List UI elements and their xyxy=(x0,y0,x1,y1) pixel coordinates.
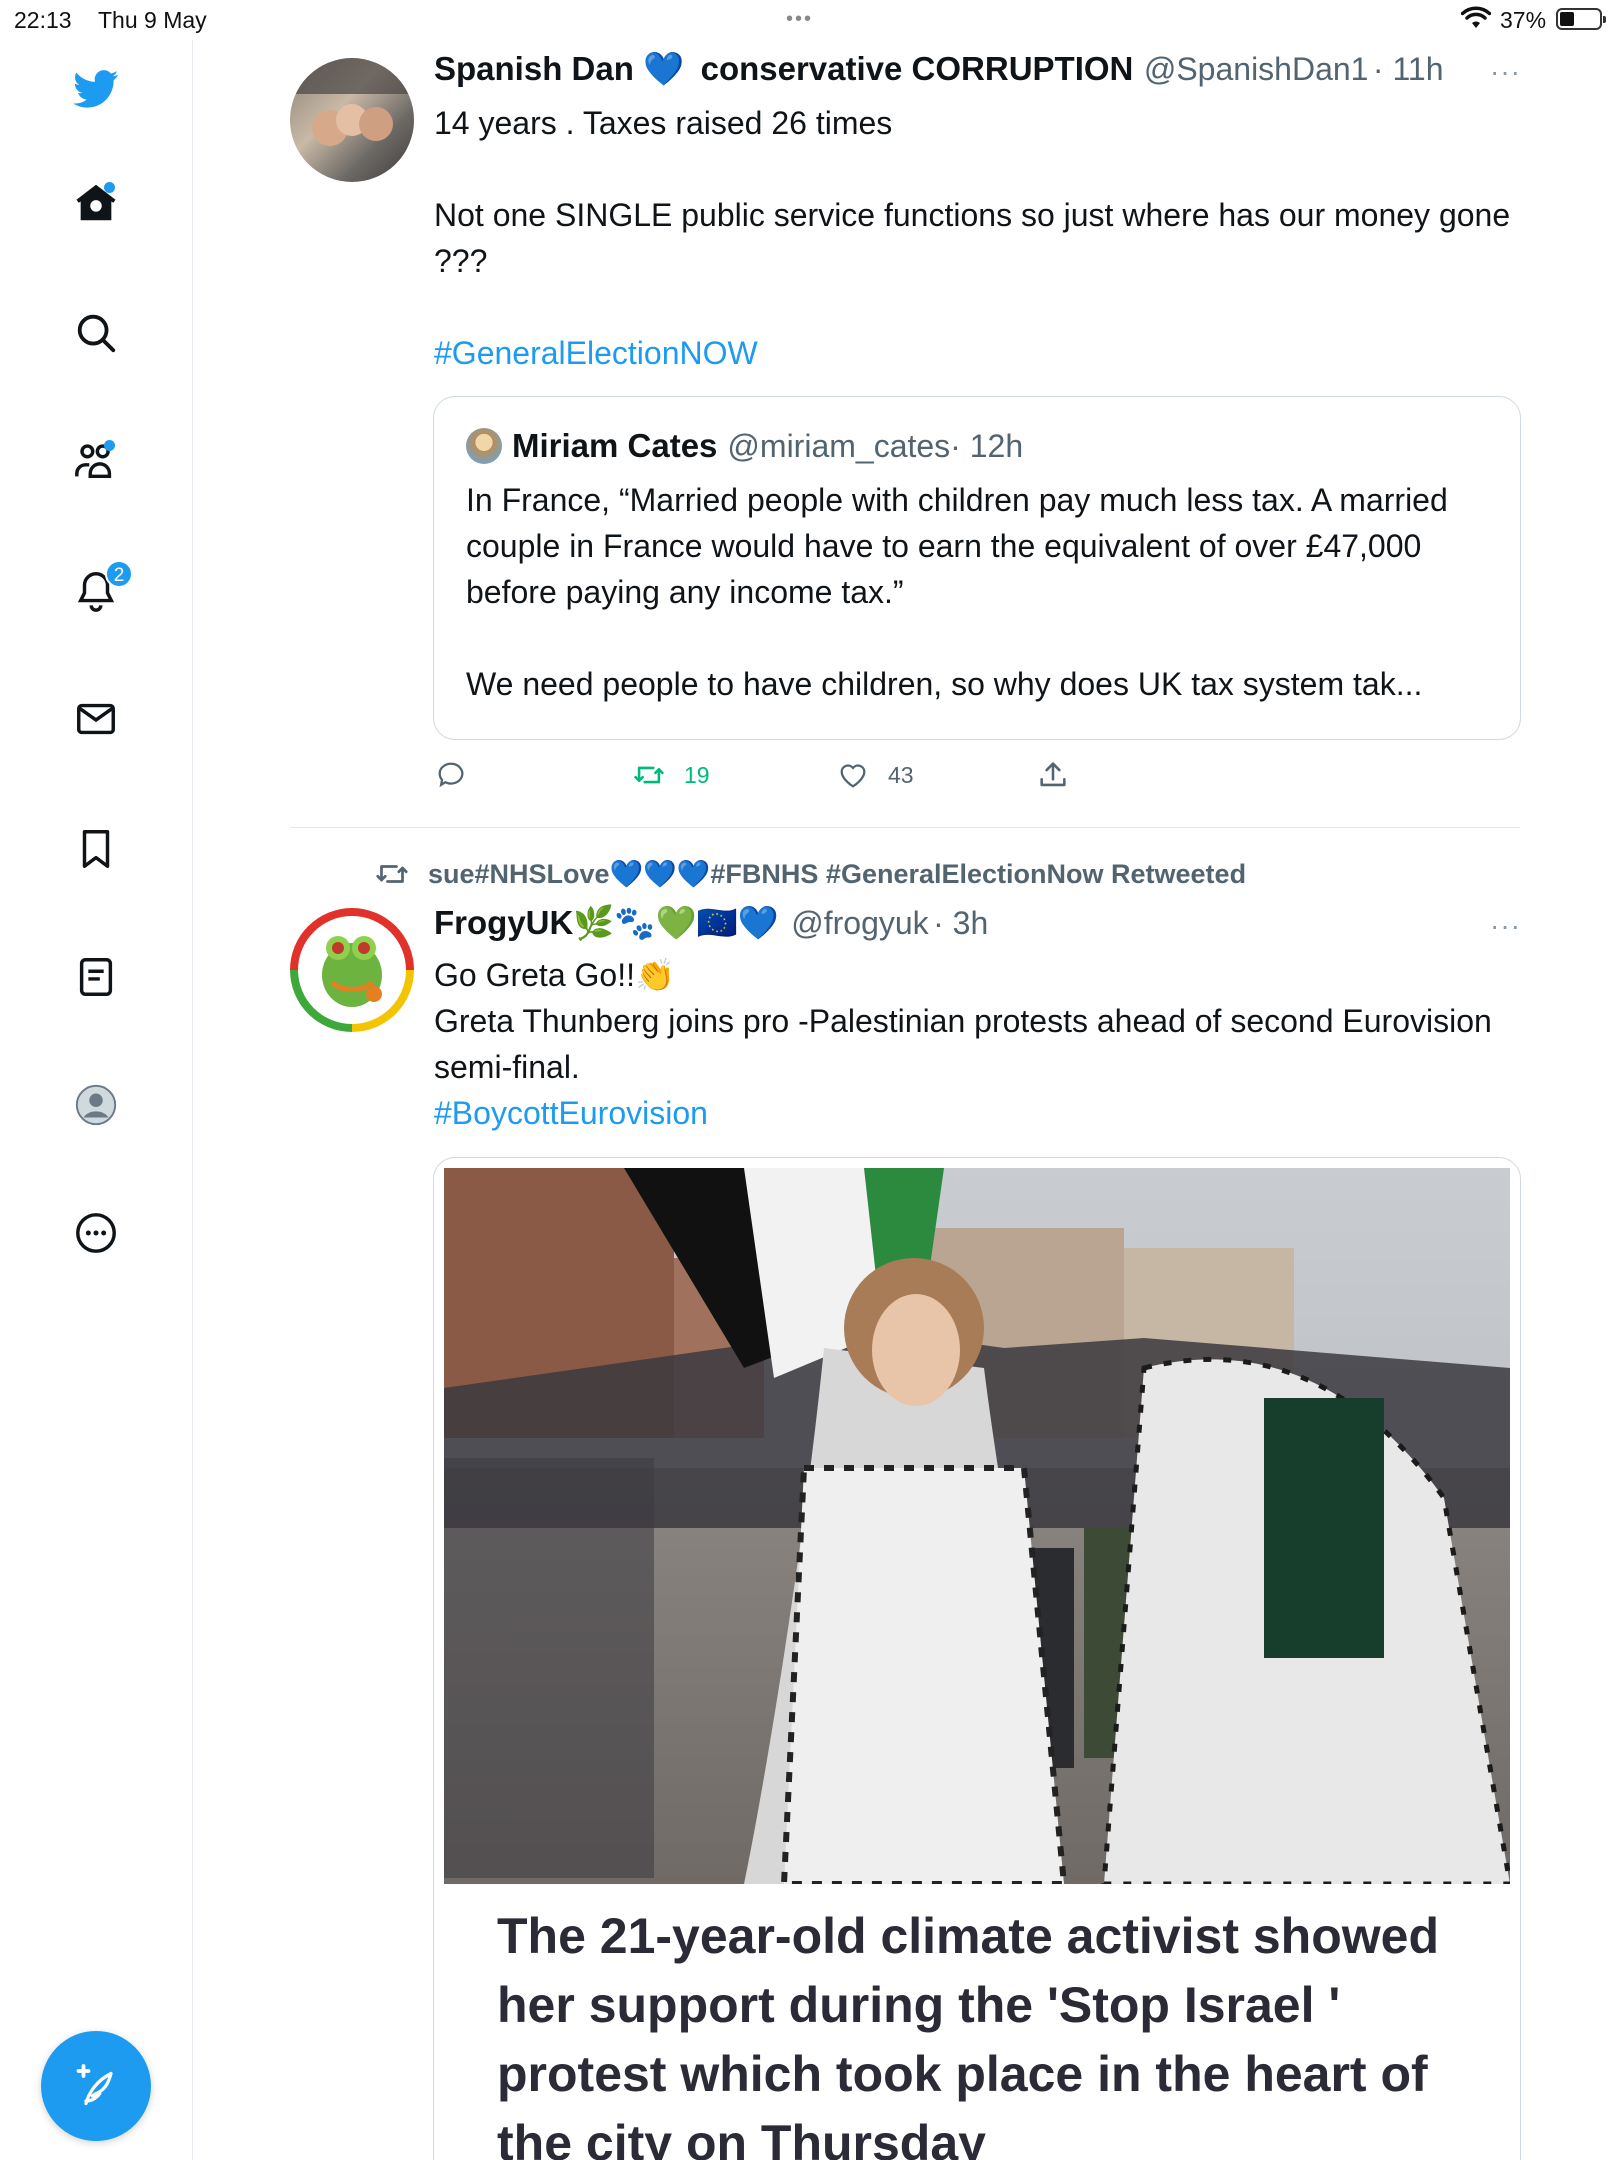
search-icon xyxy=(77,314,116,353)
quote-text-paragraph: We need people to have children, so why … xyxy=(466,666,1423,702)
share-icon xyxy=(1040,762,1066,787)
sidebar-item-profile[interactable] xyxy=(71,1080,121,1130)
sidebar: 2 xyxy=(0,40,193,2160)
compose-icon xyxy=(76,2064,113,2106)
like-button[interactable]: 43 xyxy=(836,758,914,792)
sidebar-item-explore[interactable] xyxy=(71,308,121,358)
wifi-icon xyxy=(1461,6,1491,28)
like-count: 43 xyxy=(888,761,914,788)
quote-text-paragraph: In France, “Married people with children… xyxy=(466,482,1448,610)
tweet-text: Go Greta Go!!👏 Greta Thunberg joins pro … xyxy=(434,952,1524,1136)
sidebar-item-more[interactable] xyxy=(71,1208,121,1258)
bookmark-icon xyxy=(82,830,110,868)
retweet-count: 19 xyxy=(684,761,710,788)
status-time: 22:13 xyxy=(14,7,72,33)
sidebar-item-home[interactable] xyxy=(71,178,121,228)
avatar[interactable] xyxy=(290,58,414,182)
quote-time[interactable]: · 12h xyxy=(950,428,1023,465)
frog-avatar-icon xyxy=(322,936,382,1007)
hashtag-link[interactable]: #GeneralElectionNOW xyxy=(434,330,1524,376)
sidebar-item-bookmarks[interactable] xyxy=(71,824,121,874)
mail-icon xyxy=(77,703,115,735)
timeline: Spanish Dan 💙 conservative CORRUPTION @S… xyxy=(194,40,1620,2160)
share-button[interactable] xyxy=(1036,758,1070,792)
lists-icon xyxy=(79,958,113,996)
tweet-text: 14 years . Taxes raised 26 times Not one… xyxy=(434,100,1524,376)
heart-icon xyxy=(840,764,866,788)
home-notification-dot xyxy=(104,182,115,193)
quote-avatar[interactable] xyxy=(466,428,502,464)
communities-notification-dot xyxy=(104,440,115,451)
retweet-icon xyxy=(634,766,664,784)
more-circle-icon xyxy=(76,1213,116,1253)
tweet-more-icon[interactable]: ··· xyxy=(1490,56,1521,88)
tweet-more-icon[interactable]: ··· xyxy=(1490,910,1521,942)
quote-text: In France, “Married people with children… xyxy=(466,477,1496,707)
status-date: Thu 9 May xyxy=(98,7,207,33)
retweeted-by-label[interactable]: sue#NHSLove💙💙💙#FBNHS #GeneralElectionNow… xyxy=(428,858,1246,890)
notifications-count-badge: 2 xyxy=(105,560,133,588)
tweet-text-line: Greta Thunberg joins pro -Palestinian pr… xyxy=(434,1003,1492,1085)
tweet-text-line: 14 years . Taxes raised 26 times xyxy=(434,105,893,141)
retweet-button[interactable]: 19 xyxy=(632,758,710,792)
tweet-header: FrogyUK🌿🐾💚🇪🇺💙 @frogyuk · 3h xyxy=(434,904,988,943)
reply-icon xyxy=(438,762,464,788)
twitter-logo-icon[interactable] xyxy=(71,64,121,114)
tweet-time[interactable]: · 3h xyxy=(933,905,988,941)
quote-header: Miriam Cates @miriam_cates · 12h xyxy=(466,427,1023,465)
sidebar-item-notifications[interactable]: 2 xyxy=(71,560,133,616)
profile-icon xyxy=(75,1084,117,1126)
retweet-context[interactable]: sue#NHSLove💙💙💙#FBNHS #GeneralElectionNow… xyxy=(374,856,1246,892)
author-name[interactable]: Spanish Dan 💙 xyxy=(434,50,684,87)
author-name-suffix[interactable]: conservative CORRUPTION xyxy=(701,50,1134,87)
author-handle[interactable]: @SpanishDan1 xyxy=(1144,51,1369,87)
reply-button[interactable] xyxy=(434,758,468,792)
sidebar-item-messages[interactable] xyxy=(71,694,121,744)
tweet-text-line: Go Greta Go!!👏 xyxy=(434,957,675,993)
card-image[interactable] xyxy=(444,1168,1510,1884)
retweet-icon xyxy=(376,865,408,883)
multitasking-dots-icon[interactable]: ••• xyxy=(786,8,813,31)
quote-author-handle[interactable]: @miriam_cates xyxy=(727,428,950,465)
author-name[interactable]: FrogyUK🌿🐾💚🇪🇺💙 xyxy=(434,904,779,941)
tweet-text-line: Not one SINGLE public service functions … xyxy=(434,197,1511,279)
quote-author-name[interactable]: Miriam Cates xyxy=(512,427,717,465)
sidebar-item-communities[interactable] xyxy=(71,436,121,486)
quote-tweet[interactable]: Miriam Cates @miriam_cates · 12h In Fran… xyxy=(433,396,1521,740)
hashtag-link[interactable]: #BoycottEurovision xyxy=(434,1090,1524,1136)
status-bar: 22:13 Thu 9 May ••• 37% xyxy=(0,0,1620,40)
battery-icon xyxy=(1556,8,1606,30)
avatar[interactable] xyxy=(290,908,414,1032)
link-card[interactable]: The 21-year-old climate activist showed … xyxy=(433,1157,1521,2160)
card-headline[interactable]: The 21-year-old climate activist showed … xyxy=(497,1902,1507,2160)
tweet-time[interactable]: · 11h xyxy=(1373,51,1444,87)
sidebar-item-lists[interactable] xyxy=(71,952,121,1002)
author-handle[interactable]: @frogyuk xyxy=(791,905,928,941)
battery-percent: 37% xyxy=(1500,7,1547,33)
compose-tweet-button[interactable] xyxy=(41,2031,151,2141)
tweet-header: Spanish Dan 💙 conservative CORRUPTION @S… xyxy=(434,50,1443,89)
tweet-divider xyxy=(290,827,1520,828)
